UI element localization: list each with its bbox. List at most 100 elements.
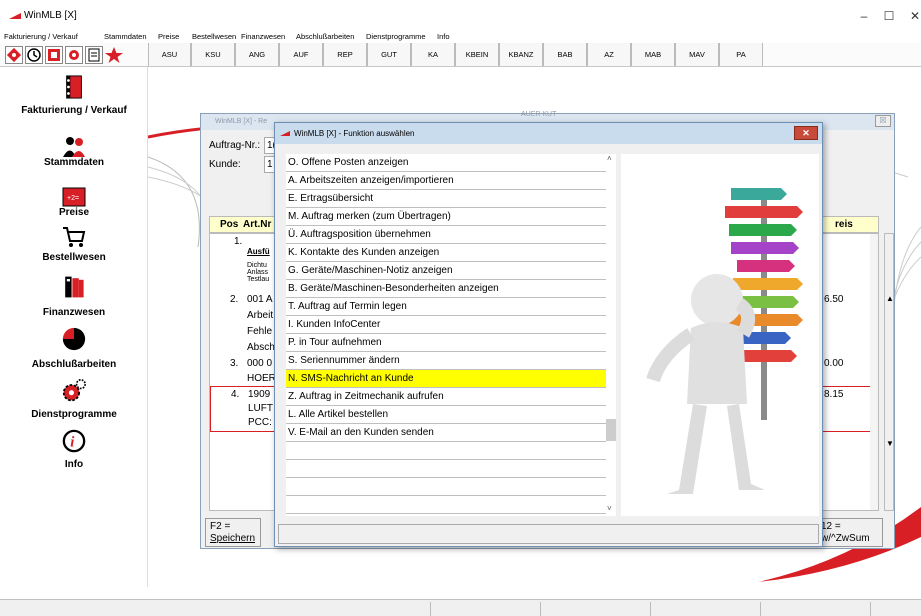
star-icon[interactable] bbox=[105, 46, 123, 64]
list-item[interactable] bbox=[286, 442, 606, 460]
tab-ksu[interactable]: KSU bbox=[191, 43, 235, 66]
menu-preise[interactable]: Preise bbox=[158, 32, 179, 41]
list-item[interactable] bbox=[286, 460, 606, 478]
sidebar-item-stammdaten[interactable]: Stammdaten bbox=[0, 135, 148, 171]
save-button[interactable]: F2 = Speichern bbox=[205, 518, 261, 547]
settings-icon[interactable] bbox=[65, 46, 83, 64]
function-list: O. Offene Posten anzeigen A. Arbeitszeite… bbox=[286, 154, 606, 516]
tab-kbanz[interactable]: KBANZ bbox=[499, 43, 543, 66]
zwsum-button[interactable]: 12 = w/^ZwSum bbox=[816, 518, 883, 547]
chevron-up-icon[interactable]: ˄ bbox=[607, 154, 612, 163]
status-bar bbox=[0, 599, 921, 616]
row-line: 000 0 bbox=[247, 358, 273, 369]
list-item[interactable]: L. Alle Artikel bestellen bbox=[286, 406, 606, 424]
scroll-down-icon[interactable]: ▼ bbox=[886, 439, 894, 448]
list-item[interactable]: N. SMS-Nachricht an Kunde bbox=[286, 370, 606, 388]
sidebar-item-info[interactable]: i Info bbox=[0, 429, 148, 473]
scrollbar-thumb[interactable] bbox=[606, 419, 616, 441]
sidebar-item-finanzwesen[interactable]: Finanzwesen bbox=[0, 275, 148, 319]
sidebar-label-bestellwesen: Bestellwesen bbox=[42, 252, 106, 263]
row-price: 8.15 bbox=[824, 389, 844, 400]
list-item[interactable]: S. Seriennummer ändern bbox=[286, 352, 606, 370]
row-line: Anlass bbox=[247, 269, 269, 276]
dialog-close-button[interactable]: ✕ bbox=[794, 126, 818, 140]
list-item[interactable]: Z. Auftrag in Zeitmechanik aufrufen bbox=[286, 388, 606, 406]
tab-kbein[interactable]: KBEIN bbox=[455, 43, 499, 66]
menu-finanzwesen[interactable]: Finanzwesen bbox=[241, 32, 285, 41]
list-item[interactable]: M. Auftrag merken (zum Übertragen) bbox=[286, 208, 606, 226]
tab-gut[interactable]: GUT bbox=[367, 43, 411, 66]
title-bar: WinMLB [X] – ☐ ✕ bbox=[0, 0, 921, 30]
list-item[interactable]: B. Geräte/Maschinen-Besonderheiten anzei… bbox=[286, 280, 606, 298]
zwsum-button-label: w/^ZwSum bbox=[821, 533, 870, 544]
list-item[interactable]: P. in Tour aufnehmen bbox=[286, 334, 606, 352]
order-side-scrollbar[interactable]: ▲ ▼ bbox=[884, 233, 894, 511]
sidebar-item-fakturierung[interactable]: Fakturierung / Verkauf bbox=[0, 75, 148, 121]
list-item[interactable] bbox=[286, 496, 606, 514]
status-cell bbox=[760, 602, 870, 616]
tab-ang[interactable]: ANG bbox=[235, 43, 279, 66]
row-line: PCC: bbox=[248, 417, 272, 428]
minimize-button[interactable]: – bbox=[854, 6, 874, 26]
sidebar-label-fakturierung: Fakturierung / Verkauf bbox=[21, 105, 127, 116]
sidebar-item-bestellwesen[interactable]: Bestellwesen bbox=[0, 225, 148, 265]
function-list-scrollbar[interactable]: ˄ ˅ bbox=[606, 154, 616, 516]
tab-mab[interactable]: MAB bbox=[631, 43, 675, 66]
sidebar-label-finanzwesen: Finanzwesen bbox=[42, 307, 106, 318]
maximize-button[interactable]: ☐ bbox=[879, 6, 899, 26]
list-item[interactable]: O. Offene Posten anzeigen bbox=[286, 154, 606, 172]
diamond-icon[interactable] bbox=[5, 46, 23, 64]
tab-mav[interactable]: MAV bbox=[675, 43, 719, 66]
row-price: 0.00 bbox=[824, 358, 844, 369]
tab-bab[interactable]: BAB bbox=[543, 43, 587, 66]
grid-header-preis: reis bbox=[835, 219, 853, 230]
dialog-logo-icon bbox=[280, 131, 290, 136]
menu-bestellwesen[interactable]: Bestellwesen bbox=[192, 32, 236, 41]
row-line: 001 A bbox=[247, 294, 273, 305]
tab-auf[interactable]: AUF bbox=[279, 43, 323, 66]
row-pos: 2. bbox=[230, 294, 239, 305]
menu-fakturierung[interactable]: Fakturierung / Verkauf bbox=[4, 32, 78, 41]
notepad-icon[interactable] bbox=[85, 46, 103, 64]
sidebar-label-dienstprogramme: Dienstprogramme bbox=[31, 409, 117, 420]
menu-dienstprogramme[interactable]: Dienstprogramme bbox=[366, 32, 426, 41]
toolbar: ASU KSU ANG AUF REP GUT KA KBEIN KBANZ B… bbox=[0, 43, 921, 67]
list-item[interactable] bbox=[286, 478, 606, 496]
row-line: Absch bbox=[247, 342, 275, 353]
sidebar-item-preise[interactable]: +2= Preise bbox=[0, 185, 148, 221]
red-book-icon[interactable] bbox=[45, 46, 63, 64]
scroll-up-icon[interactable]: ▲ bbox=[886, 294, 894, 303]
tab-rep[interactable]: REP bbox=[323, 43, 367, 66]
list-item[interactable]: T. Auftrag auf Termin legen bbox=[286, 298, 606, 316]
auftrag-label: Auftrag-Nr.: bbox=[209, 140, 261, 151]
tab-az[interactable]: AZ bbox=[587, 43, 631, 66]
chevron-down-icon[interactable]: ˅ bbox=[607, 504, 612, 513]
list-item[interactable]: A. Arbeitszeiten anzeigen/importieren bbox=[286, 172, 606, 190]
tab-ka[interactable]: KA bbox=[411, 43, 455, 66]
app-logo-icon bbox=[9, 13, 21, 19]
grid-scrollbar[interactable] bbox=[870, 234, 878, 510]
tab-pa[interactable]: PA bbox=[719, 43, 763, 66]
list-item[interactable]: Ü. Auftragsposition übernehmen bbox=[286, 226, 606, 244]
zwsum-button-key: 12 = bbox=[821, 521, 841, 532]
signpost-illustration bbox=[621, 154, 819, 516]
order-window-close-button[interactable]: ☒ bbox=[875, 115, 891, 127]
sidebar-label-stammdaten: Stammdaten bbox=[43, 157, 104, 168]
close-button[interactable]: ✕ bbox=[905, 6, 921, 26]
menu-stammdaten[interactable]: Stammdaten bbox=[104, 32, 147, 41]
list-item[interactable]: K. Kontakte des Kunden anzeigen bbox=[286, 244, 606, 262]
list-item[interactable]: G. Geräte/Maschinen-Notiz anzeigen bbox=[286, 262, 606, 280]
row-line: Arbeit bbox=[247, 310, 274, 321]
sidebar-item-dienstprogramme[interactable]: Dienstprogramme bbox=[0, 379, 148, 423]
menu-info[interactable]: Info bbox=[437, 32, 450, 41]
grid-header-artnr: Art.Nr bbox=[243, 219, 272, 230]
list-item[interactable]: V. E-Mail an den Kunden senden bbox=[286, 424, 606, 442]
tab-asu[interactable]: ASU bbox=[148, 43, 191, 66]
list-item[interactable]: I. Kunden InfoCenter bbox=[286, 316, 606, 334]
list-item[interactable]: E. Ertragsübersicht bbox=[286, 190, 606, 208]
window-title: WinMLB [X] bbox=[24, 10, 77, 21]
menu-abschlussarbeiten[interactable]: Abschlußarbeiten bbox=[296, 32, 354, 41]
clock-icon[interactable] bbox=[25, 46, 43, 64]
pie-chart-icon bbox=[62, 327, 86, 351]
sidebar-item-abschlussarbeiten[interactable]: Abschlußarbeiten bbox=[0, 327, 148, 371]
